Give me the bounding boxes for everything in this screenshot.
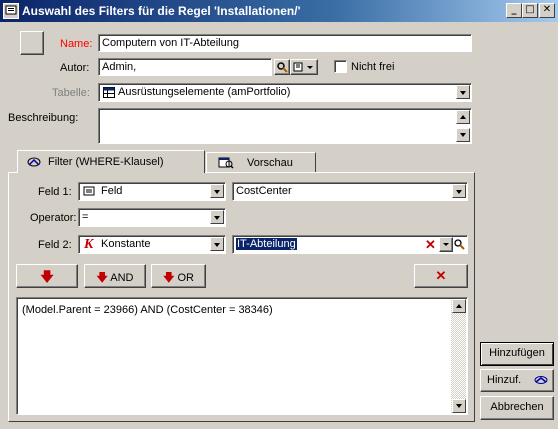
field2-label: Feld 2:	[38, 239, 72, 251]
table-icon	[103, 87, 115, 101]
table-value: Ausrüstungselemente (amPortfolio)	[118, 86, 291, 98]
description-field[interactable]	[98, 108, 472, 144]
constant-icon: K	[84, 237, 94, 252]
and-label: AND	[110, 272, 134, 284]
arrow-down-icon: 🡇	[40, 269, 54, 284]
detail-dropdown-button[interactable]	[290, 59, 318, 75]
field1-label: Feld 1:	[38, 186, 72, 198]
tab-join	[18, 171, 204, 174]
filter-icon	[26, 155, 42, 172]
clause-textarea[interactable]: (Model.Parent = 23966) AND (CostCenter =…	[16, 297, 468, 415]
cancel-button[interactable]: Abbrechen	[480, 396, 554, 420]
chevron-down-icon[interactable]	[210, 210, 224, 224]
clause-text: (Model.Parent = 23966) AND (CostCenter =…	[22, 304, 273, 316]
add-plus-button[interactable]: Hinzuf.	[480, 369, 554, 392]
scroll-up-icon[interactable]	[456, 110, 470, 124]
author-value: Admin,	[102, 61, 137, 73]
scroll-down-icon[interactable]	[456, 128, 470, 142]
app-icon	[3, 3, 19, 19]
chevron-down-icon[interactable]	[456, 85, 470, 99]
not-free-label: Nicht frei	[351, 61, 395, 73]
close-button[interactable]: ✕	[539, 3, 555, 18]
clear-icon[interactable]: ✕	[425, 237, 436, 253]
and-button-content: 🡇 AND	[85, 269, 145, 288]
add-button-label: Hinzufügen	[489, 347, 545, 359]
and-button[interactable]: 🡇 AND	[84, 264, 146, 288]
scrollbar[interactable]	[451, 299, 466, 413]
scroll-down-icon[interactable]	[452, 399, 466, 413]
name-value: Computern von IT-Abteilung	[102, 37, 239, 49]
field2-type-select[interactable]: K Konstante	[78, 235, 226, 254]
table-select[interactable]: Ausrüstungselemente (amPortfolio)	[98, 83, 472, 102]
name-field[interactable]: Computern von IT-Abteilung	[98, 34, 472, 52]
add-button[interactable]: Hinzufügen	[480, 342, 554, 366]
add-plus-label: Hinzuf.	[487, 374, 522, 386]
not-free-checkbox[interactable]	[334, 60, 347, 73]
cancel-button-label: Abbrechen	[490, 401, 544, 413]
delete-clause-button[interactable]: ✕	[414, 264, 468, 288]
or-button[interactable]: 🡇 OR	[151, 264, 206, 288]
field-icon	[83, 185, 95, 200]
delete-icon: ✕	[435, 268, 447, 283]
scroll-up-icon[interactable]	[452, 299, 466, 313]
field1-value-select[interactable]: CostCenter	[232, 182, 468, 201]
field2-value: IT-Abteilung	[236, 238, 297, 250]
filter-icon	[533, 374, 549, 389]
arrow-down-icon: 🡇	[163, 272, 175, 284]
name-label: Name:	[60, 38, 93, 50]
record-image-button[interactable]	[20, 31, 44, 55]
chevron-down-icon[interactable]	[210, 237, 224, 251]
field2-type-value: Konstante	[101, 238, 151, 250]
description-label: Beschreibung:	[8, 112, 79, 124]
tab-filter[interactable]: Filter (WHERE-Klausel)	[17, 150, 205, 173]
or-button-content: 🡇 OR	[152, 269, 205, 288]
chevron-down-icon[interactable]	[452, 184, 466, 198]
field1-type-select[interactable]: Feld	[78, 182, 226, 201]
window-title: Auswahl des Filters für die Regel 'Insta…	[22, 4, 301, 18]
search-icon[interactable]	[274, 59, 290, 75]
chevron-down-icon[interactable]	[210, 184, 224, 198]
arrow-down-icon: 🡇	[96, 272, 108, 284]
title-bar[interactable]: Auswahl des Filters für die Regel 'Insta…	[0, 0, 558, 22]
minimize-button[interactable]: _	[506, 3, 522, 18]
or-label: OR	[177, 272, 194, 284]
tab-preview-label: Vorschau	[247, 157, 293, 169]
field1-type-value: Feld	[101, 185, 123, 197]
field2-value-field[interactable]: IT-Abteilung ✕	[232, 235, 468, 254]
search-icon[interactable]	[453, 238, 465, 253]
operator-value: =	[82, 211, 89, 223]
field1-value: CostCenter	[236, 185, 292, 197]
chevron-down-icon[interactable]	[439, 237, 453, 252]
author-label: Autor:	[60, 62, 90, 74]
insert-button[interactable]: 🡇	[16, 264, 78, 288]
preview-icon	[218, 156, 234, 173]
operator-label: Operator:	[30, 212, 77, 224]
field1-label-text: Feld 1:	[38, 186, 72, 198]
author-field[interactable]: Admin,	[98, 58, 272, 76]
operator-select[interactable]: =	[78, 208, 226, 227]
table-label: Tabelle:	[52, 87, 90, 99]
tab-filter-label: Filter (WHERE-Klausel)	[48, 156, 164, 168]
tab-preview[interactable]: Vorschau	[206, 152, 316, 172]
maximize-button[interactable]: □	[522, 3, 538, 18]
